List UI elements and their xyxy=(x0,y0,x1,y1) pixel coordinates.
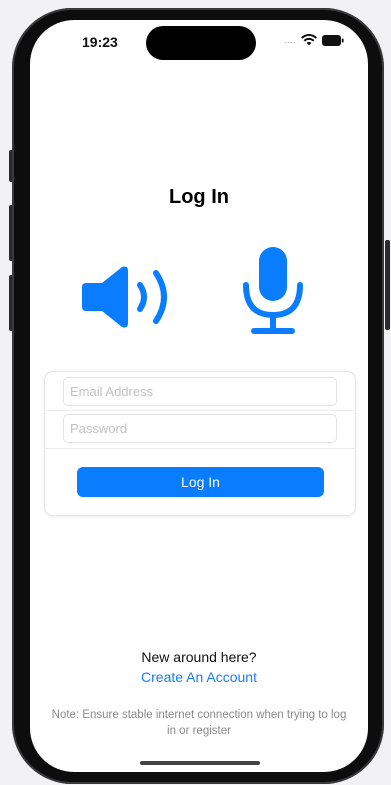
device-stage: 19:23 .... Log In Email Address Log In N… xyxy=(0,0,391,785)
app-screen: 19:23 .... Log In Email Address Log In N… xyxy=(30,20,368,772)
create-account-link[interactable]: Create An Account xyxy=(30,669,368,685)
home-indicator[interactable] xyxy=(140,761,260,765)
new-user-prompt: New around here? xyxy=(141,649,257,665)
status-time: 19:23 xyxy=(82,34,118,50)
separator xyxy=(45,448,355,449)
page-title: Log In xyxy=(169,186,229,208)
status-icons: .... xyxy=(284,34,344,46)
separator xyxy=(45,410,355,411)
microphone-icon[interactable] xyxy=(242,245,304,337)
email-field[interactable] xyxy=(63,377,337,406)
signal-icon: .... xyxy=(284,35,297,45)
wifi-icon xyxy=(301,34,318,46)
login-button[interactable]: Log In xyxy=(77,467,324,497)
power-button xyxy=(385,240,390,330)
dynamic-island xyxy=(146,26,256,60)
login-card: Log In xyxy=(45,372,355,515)
battery-icon xyxy=(322,34,344,46)
speaker-icon[interactable] xyxy=(82,265,172,329)
password-field[interactable] xyxy=(63,414,337,443)
connection-note: Note: Ensure stable internet connection … xyxy=(51,709,347,737)
